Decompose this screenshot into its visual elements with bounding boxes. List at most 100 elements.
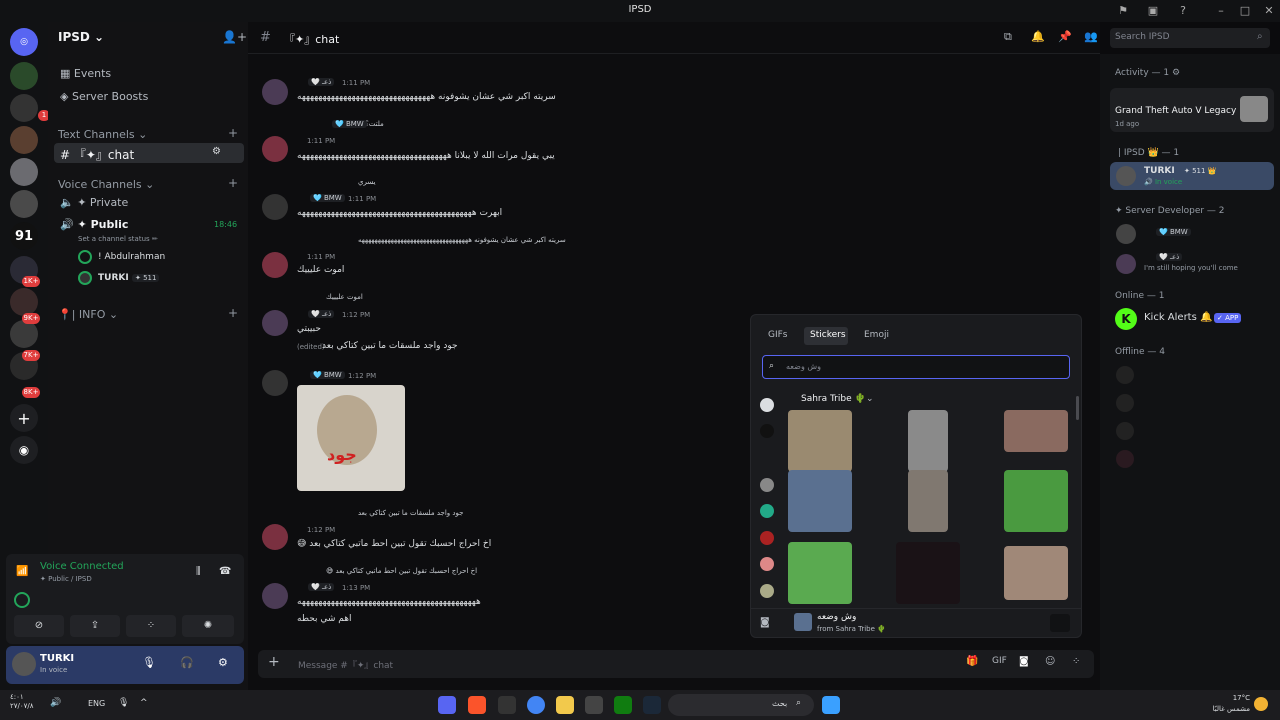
server-icon[interactable] — [10, 126, 38, 154]
bell-icon[interactable]: 🔔 — [1031, 30, 1045, 43]
inbox-icon[interactable]: ⚑ — [1115, 3, 1131, 19]
tab-emoji[interactable]: Emoji — [864, 330, 889, 340]
screen-icon[interactable]: ▣ — [1145, 3, 1161, 19]
threads-icon[interactable]: ⧉ — [1004, 30, 1012, 44]
chrome-icon[interactable] — [527, 696, 545, 714]
add-voice-icon[interactable]: + — [228, 176, 238, 190]
emoji-icon[interactable]: ☺ — [1045, 656, 1055, 667]
pack-icon[interactable] — [760, 504, 774, 518]
gif-icon[interactable]: GIF — [992, 656, 1007, 666]
chevron-up-icon[interactable]: ^ — [140, 698, 148, 708]
pack-icon[interactable] — [760, 531, 774, 545]
invite-icon[interactable]: 👤+ — [222, 30, 247, 44]
kick-icon[interactable]: K — [1115, 308, 1137, 330]
avatar[interactable] — [1116, 224, 1136, 244]
voice-user[interactable]: ! Abdulrahman — [98, 252, 165, 262]
camera-off-button[interactable]: ⊘ — [14, 615, 64, 637]
sticker-icon[interactable]: ◙ — [760, 617, 770, 628]
steam-icon[interactable] — [643, 696, 661, 714]
avatar[interactable] — [1116, 422, 1134, 440]
avatar[interactable] — [262, 583, 288, 609]
server-icon[interactable] — [10, 320, 38, 348]
folder-icon[interactable] — [556, 696, 574, 714]
info-category[interactable]: 📍| INFO ⌄ — [58, 308, 118, 321]
channel-status-hint[interactable]: Set a channel status ✏ — [78, 235, 158, 243]
xbox-icon[interactable] — [614, 696, 632, 714]
avatar[interactable] — [262, 194, 288, 220]
server-icon[interactable] — [10, 288, 38, 316]
discord-home-icon[interactable]: ◎ — [10, 28, 38, 56]
weather-icon[interactable] — [1254, 697, 1268, 711]
store-icon[interactable] — [585, 696, 603, 714]
reply-text[interactable]: يسري — [358, 178, 376, 186]
volume-icon[interactable]: 🔊 — [50, 698, 61, 708]
reply-text[interactable]: سريته اكبر شي عشان يشوفونه ههههههههههههه… — [358, 236, 566, 244]
avatar[interactable] — [262, 79, 288, 105]
avatar[interactable] — [1116, 254, 1136, 274]
member-name[interactable]: 🤍 ذعـ — [1156, 253, 1183, 261]
server-icon[interactable] — [10, 62, 38, 90]
chevron-down-icon[interactable]: ⌄ — [866, 394, 874, 404]
server-icon[interactable] — [10, 158, 38, 186]
user-name[interactable]: TURKI — [40, 653, 74, 664]
avatar[interactable] — [1116, 450, 1134, 468]
pin-icon[interactable]: 📌 — [1058, 30, 1072, 43]
language-indicator[interactable]: ENG — [88, 699, 105, 708]
disconnect-icon[interactable]: ☎ — [219, 566, 231, 577]
sticker-pack-name[interactable]: Sahra Tribe 🌵 — [801, 394, 866, 404]
reply-text[interactable]: اموت عليييك — [326, 293, 363, 301]
app-icon[interactable] — [498, 696, 516, 714]
reply-text[interactable]: ملتت؟ — [365, 120, 384, 128]
voice-channel-private[interactable]: 🔈 ✦ Private — [60, 196, 128, 209]
maximize-button[interactable]: □ — [1237, 3, 1253, 19]
reply-text[interactable]: جود واجد ملسقات ما تبين كتاكي بعد — [358, 509, 463, 517]
sticker-icon[interactable]: ◙ — [1019, 656, 1029, 667]
sticker[interactable] — [788, 410, 852, 472]
sticker[interactable] — [896, 542, 960, 604]
minimize-button[interactable]: – — [1213, 3, 1229, 19]
pack-icon[interactable] — [760, 584, 774, 598]
add-channel-icon[interactable]: + — [228, 306, 238, 320]
avatar[interactable] — [262, 370, 288, 396]
sticker[interactable] — [908, 470, 948, 532]
sidebar-events[interactable]: ▦ Events — [60, 67, 111, 80]
add-server-icon[interactable]: + — [10, 404, 38, 432]
brave-icon[interactable] — [468, 696, 486, 714]
member-name[interactable]: Kick Alerts 🔔 — [1144, 312, 1212, 323]
screen-share-button[interactable]: ⇪ — [70, 615, 120, 637]
apps-icon[interactable]: ⁘ — [1072, 656, 1080, 667]
pack-icon[interactable] — [760, 424, 774, 438]
noise-icon[interactable]: ⫼ — [196, 566, 201, 577]
gift-icon[interactable]: 🎁 — [966, 656, 978, 667]
sticker[interactable] — [788, 542, 852, 604]
avatar[interactable] — [262, 136, 288, 162]
sticker-image[interactable]: جود — [297, 385, 405, 491]
headphones-icon[interactable]: 🎧 — [180, 656, 194, 669]
soundboard-button[interactable]: ✺ — [182, 615, 234, 637]
mic-icon[interactable]: 🎙 — [118, 698, 129, 708]
add-channel-icon[interactable]: + — [228, 126, 238, 140]
discord-taskbar-icon[interactable] — [438, 696, 456, 714]
sticker[interactable] — [1004, 546, 1068, 600]
voice-user[interactable]: TURKI — [98, 273, 129, 283]
discover-icon[interactable]: ◉ — [10, 436, 38, 464]
voice-channel-public[interactable]: 🔊 ✦ Public — [60, 218, 128, 231]
avatar[interactable] — [262, 524, 288, 550]
search-icon[interactable]: ⌕ — [1257, 31, 1263, 42]
close-button[interactable]: ✕ — [1261, 3, 1277, 19]
member-name[interactable]: 🩵 BMW — [1156, 228, 1191, 236]
activities-button[interactable]: ⁘ — [126, 615, 176, 637]
avatar[interactable] — [1116, 394, 1134, 412]
start-icon[interactable] — [822, 696, 840, 714]
taskbar-search[interactable] — [668, 694, 814, 716]
sticker[interactable] — [1004, 470, 1068, 532]
voice-status[interactable]: Voice Connected — [40, 561, 124, 572]
text-channels-header[interactable]: Text Channels ⌄ — [58, 128, 147, 141]
reply-text[interactable]: 😅 اخ احراج احسبك تقول تبين احط ماتبي كتا… — [326, 567, 477, 575]
microphone-icon[interactable]: 🎙 — [142, 656, 156, 669]
scrollbar[interactable] — [1076, 396, 1079, 420]
recent-icon[interactable] — [760, 398, 774, 412]
sticker[interactable] — [788, 470, 852, 532]
gear-icon[interactable]: ⚙ — [212, 146, 221, 157]
sticker[interactable] — [908, 410, 948, 472]
